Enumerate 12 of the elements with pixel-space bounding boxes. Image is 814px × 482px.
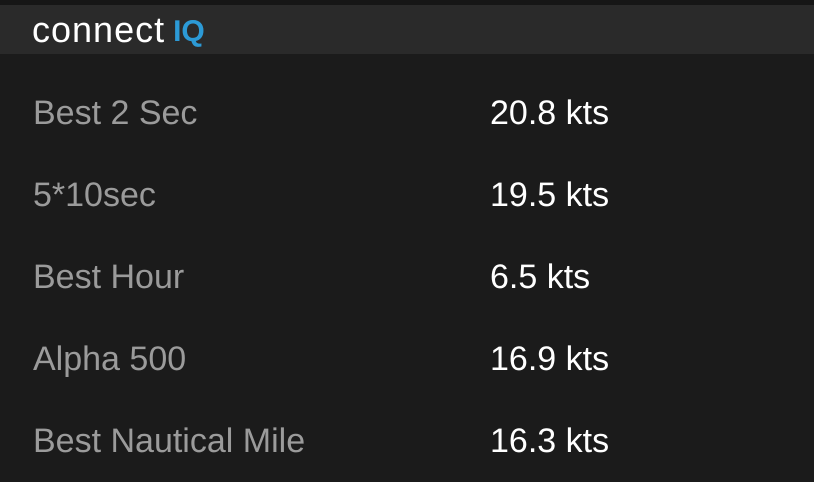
stat-label: 5*10sec [32, 178, 157, 212]
logo-mark: IQ [173, 16, 205, 46]
stat-value: 16.3 kts [490, 424, 610, 458]
logo-wordmark: connect [32, 12, 166, 48]
stat-value: 6.5 kts [490, 260, 590, 294]
stat-value: 16.9 kts [490, 342, 610, 376]
stat-label: Best Nautical Mile [32, 424, 306, 458]
stat-label: Best 2 Sec [32, 96, 198, 130]
stat-label: Best Hour [32, 260, 186, 294]
stat-value: 19.5 kts [490, 178, 610, 212]
stat-value: 20.8 kts [490, 96, 610, 130]
stat-label: Alpha 500 [32, 342, 188, 376]
